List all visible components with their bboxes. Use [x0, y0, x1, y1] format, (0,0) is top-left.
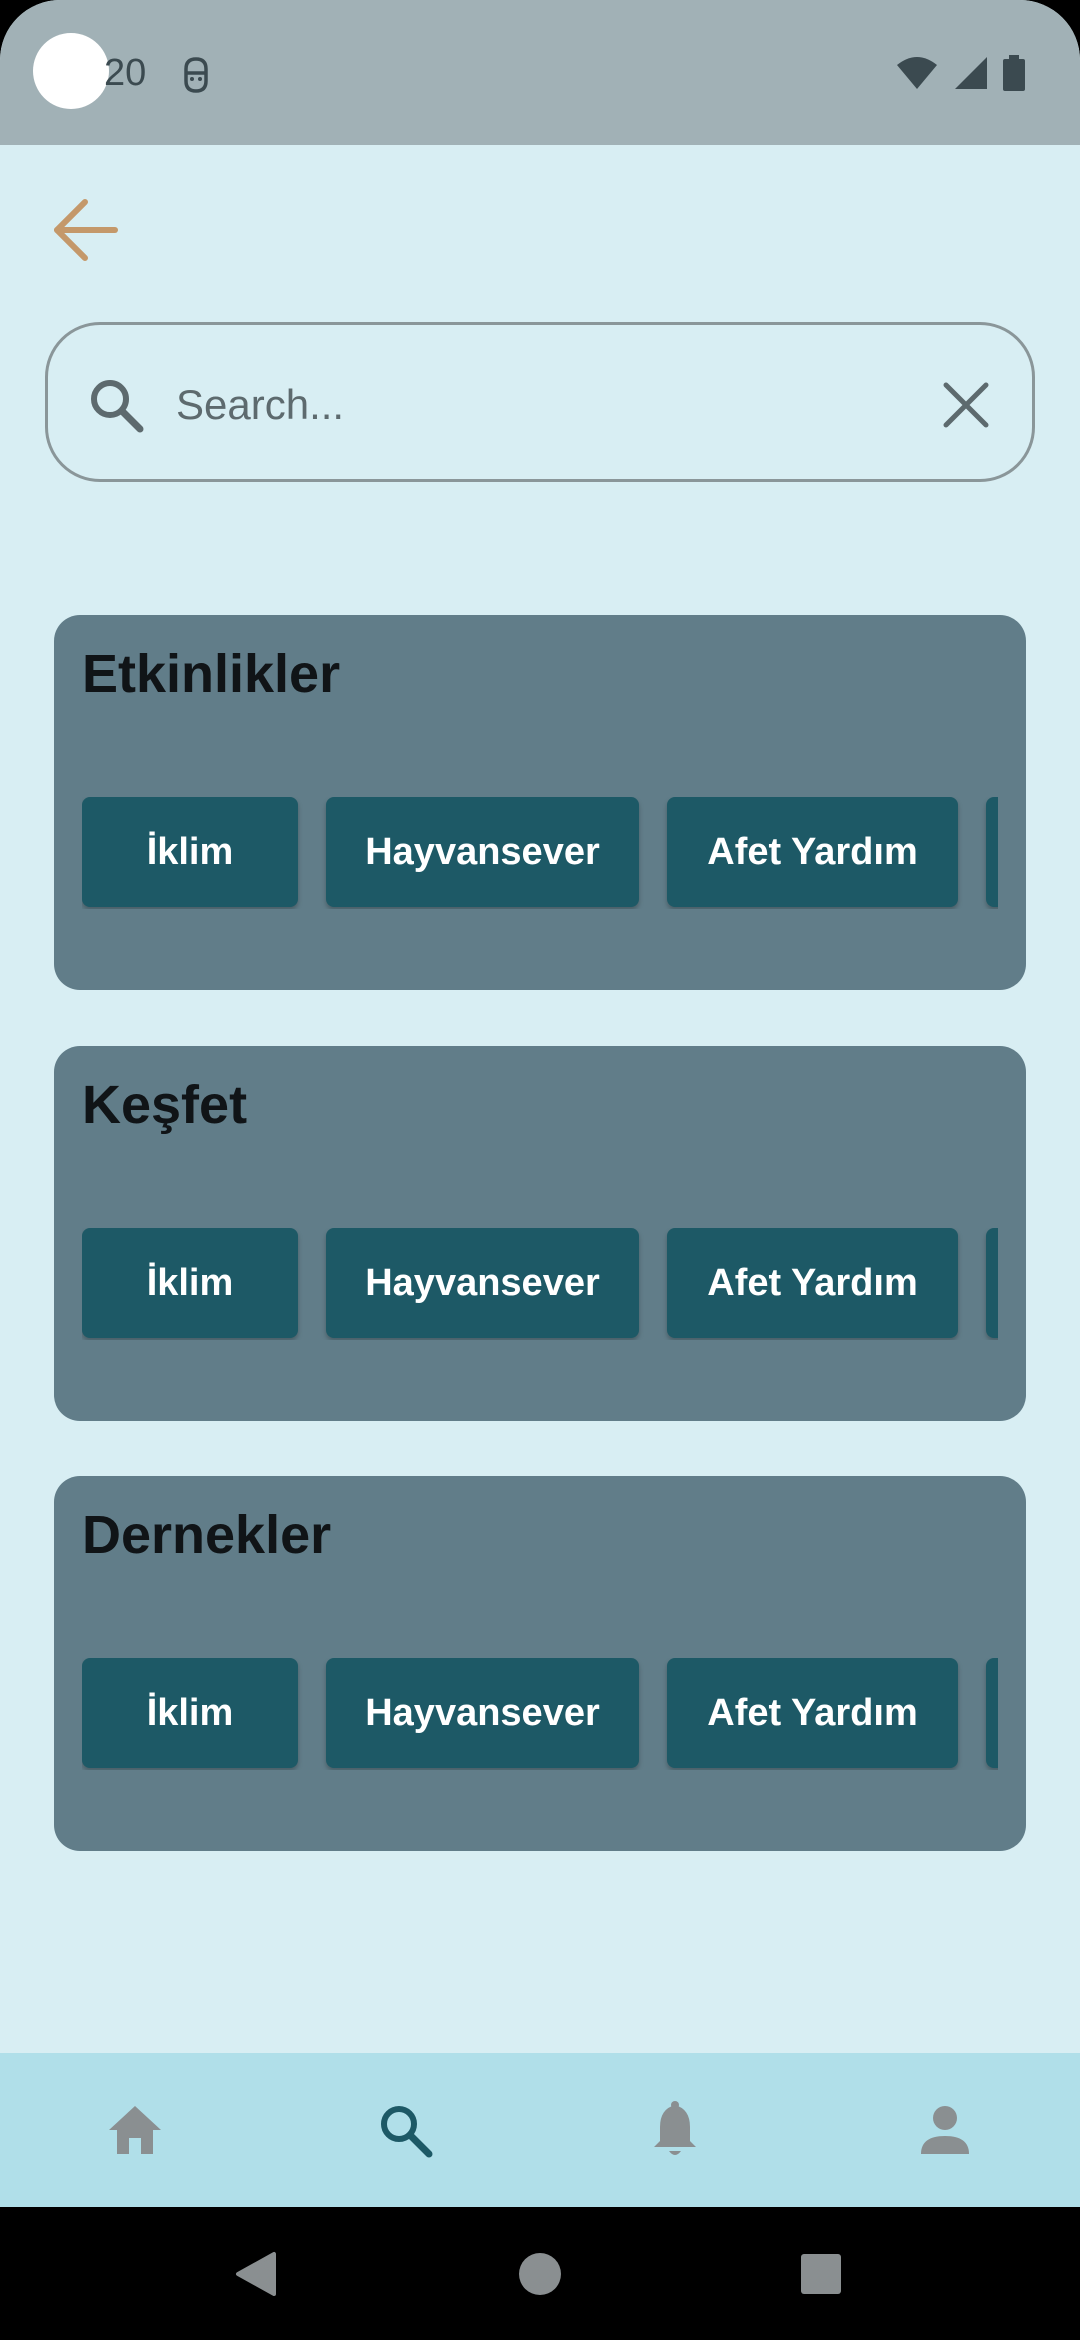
chip-row[interactable]: İklim Hayvansever Afet Yardım [82, 797, 998, 909]
search-bar[interactable] [45, 322, 1035, 482]
section-card-etkinlikler: Etkinlikler İklim Hayvansever Afet Yardı… [54, 615, 1026, 990]
chip-hayvansever[interactable]: Hayvansever [326, 797, 639, 907]
wifi-icon [897, 57, 937, 89]
status-time: 20 [104, 52, 147, 94]
chip-partial[interactable] [986, 797, 998, 907]
section-card-dernekler: Dernekler İklim Hayvansever Afet Yardım [54, 1476, 1026, 1851]
back-button[interactable] [40, 190, 130, 270]
back-triangle-icon [236, 2252, 276, 2296]
chip-row[interactable]: İklim Hayvansever Afet Yardım [82, 1658, 998, 1770]
chip-hayvansever[interactable]: Hayvansever [326, 1658, 639, 1768]
face-icon [184, 57, 208, 93]
nav-notifications[interactable] [600, 2053, 750, 2207]
section-title: Dernekler [82, 1505, 332, 1565]
nav-home[interactable] [60, 2053, 210, 2207]
search-input[interactable] [176, 365, 936, 445]
app-screen: 20 Search... Etkinlikler İklim Hayvansev… [0, 0, 1080, 2340]
section-title: Etkinlikler [82, 644, 341, 704]
chip-partial[interactable] [986, 1228, 998, 1338]
battery-icon [1003, 55, 1025, 91]
status-icons [895, 55, 1025, 91]
system-home-button[interactable] [495, 2229, 585, 2319]
home-circle-icon [519, 2253, 561, 2295]
arrow-left-icon [54, 199, 118, 261]
camera-cutout [33, 33, 109, 109]
chip-afet-yardim[interactable]: Afet Yardım [667, 1658, 958, 1768]
nav-profile[interactable] [870, 2053, 1020, 2207]
close-icon[interactable] [938, 377, 994, 433]
chip-afet-yardim[interactable]: Afet Yardım [667, 797, 958, 907]
bottom-nav [0, 2053, 1080, 2207]
section-card-kesfet: Keşfet İklim Hayvansever Afet Yardım [54, 1046, 1026, 1421]
home-icon [109, 2106, 161, 2154]
search-icon [91, 380, 144, 433]
chip-row[interactable]: İklim Hayvansever Afet Yardım [82, 1228, 998, 1340]
chip-iklim[interactable]: İklim [82, 1228, 298, 1338]
chip-partial[interactable] [986, 1658, 998, 1768]
chip-iklim[interactable]: İklim [82, 797, 298, 907]
person-icon [921, 2106, 969, 2154]
section-title: Keşfet [82, 1075, 248, 1135]
status-bar: 20 [0, 0, 1080, 145]
chip-afet-yardim[interactable]: Afet Yardım [667, 1228, 958, 1338]
system-nav-bar [0, 2207, 1080, 2340]
nav-search[interactable] [330, 2053, 480, 2207]
recents-square-icon [801, 2254, 841, 2294]
bell-icon [654, 2101, 696, 2155]
system-recents-button[interactable] [776, 2229, 866, 2319]
signal-icon [955, 57, 987, 89]
search-icon [381, 2106, 433, 2158]
system-back-button[interactable] [211, 2229, 301, 2319]
chip-hayvansever[interactable]: Hayvansever [326, 1228, 639, 1338]
chip-iklim[interactable]: İklim [82, 1658, 298, 1768]
